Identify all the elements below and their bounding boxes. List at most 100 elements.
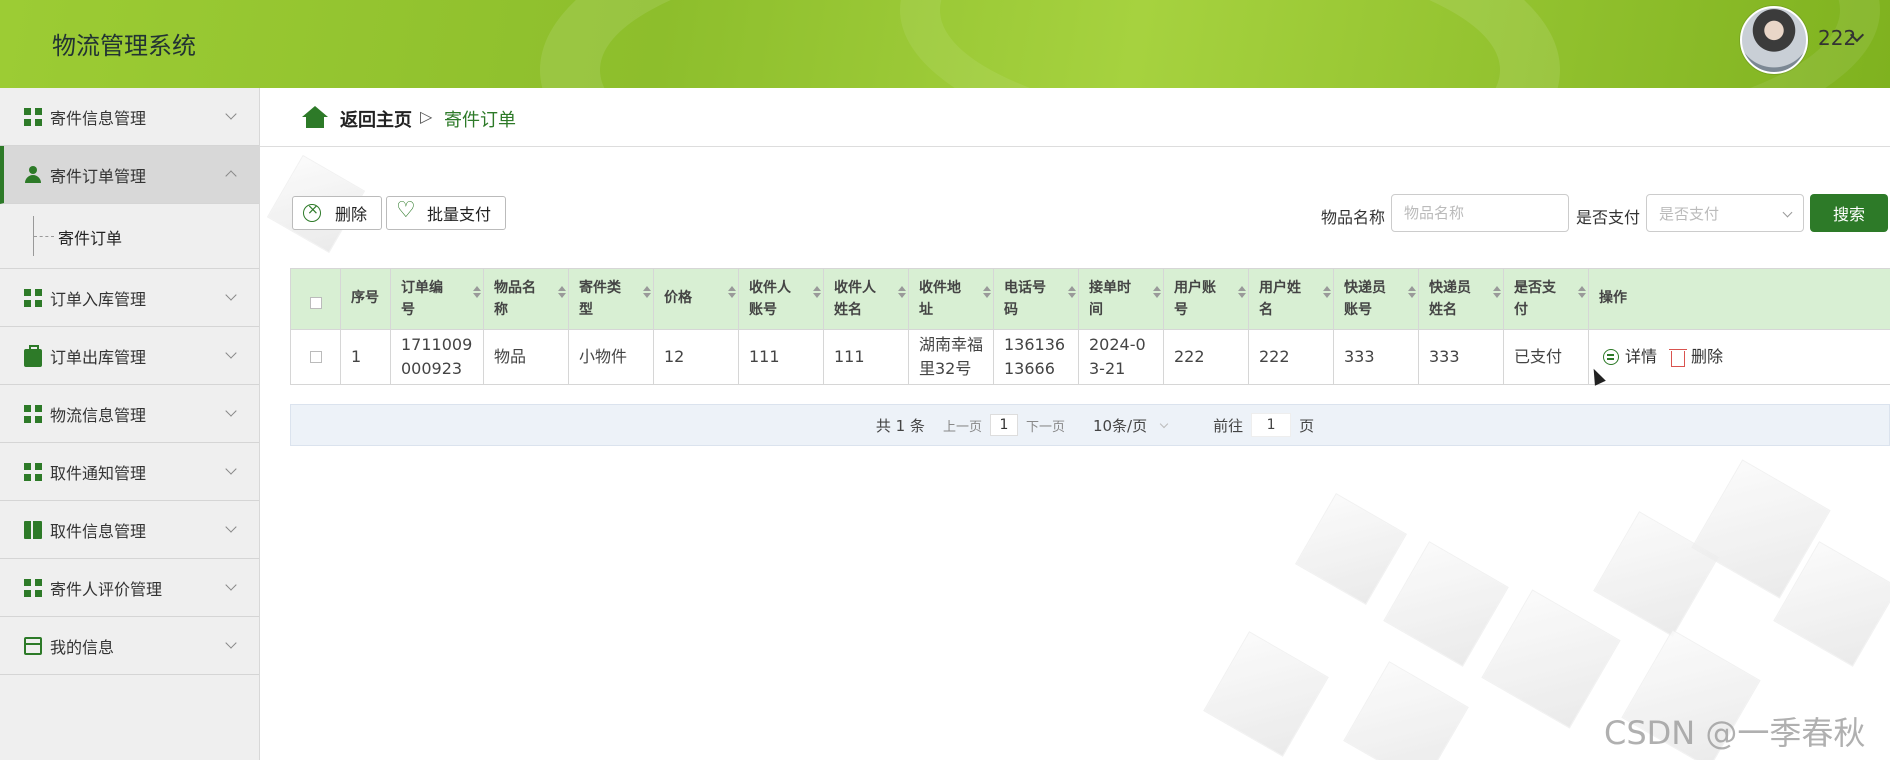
column-header-label: 收件人姓名 [834,280,876,318]
column-header-label: 价格 [664,290,692,306]
column-header[interactable]: 订单编号 [391,269,484,329]
chevron-down-icon [225,108,237,120]
heart-icon [396,198,416,223]
grid-icon [24,107,42,126]
search-button[interactable]: 搜索 [1810,194,1888,232]
column-header-label: 快递员姓名 [1429,280,1471,318]
goto-label: 前往 [1213,416,1244,435]
item-name-search-input[interactable] [1391,194,1569,232]
column-header[interactable]: 寄件类型 [569,269,654,329]
goto-page-input[interactable]: 1 [1251,413,1292,437]
page-size-select[interactable]: 10条/页 [1093,415,1171,436]
column-header-label: 收件人账号 [749,280,791,318]
detail-button[interactable]: 详情 [1603,345,1657,369]
detail-button-label: 详情 [1625,347,1658,366]
column-header[interactable]: 收件人姓名 [824,269,909,329]
batch-pay-button[interactable]: 批量支付 [386,196,506,230]
sidebar-item-label: 物流信息管理 [50,405,147,425]
item-name-filter-label: 物品名称 [1321,208,1386,227]
detail-icon [1603,349,1619,365]
chevron-down-icon [225,463,237,475]
sidebar-item-send-info[interactable]: 寄件信息管理 [0,88,259,146]
grid-icon [24,462,42,481]
chevron-up-icon [225,170,237,182]
sidebar-item-sender-review[interactable]: 寄件人评价管理 [0,559,259,617]
column-header-label: 用户姓名 [1259,280,1301,318]
pagination: 共 1 条 上一页 1 下一页 10条/页 前往 1 页 [290,404,1890,446]
column-header[interactable]: 收件人账号 [739,269,824,329]
column-header-label: 电话号码 [1004,280,1046,318]
user-name[interactable]: 222 [1818,26,1856,50]
cell-send-type: 小物件 [569,330,654,384]
column-header[interactable]: 接单时间 [1079,269,1164,329]
sidebar-item-label: 订单出库管理 [50,347,147,367]
batch-pay-button-label: 批量支付 [427,205,492,224]
home-icon[interactable] [302,106,328,128]
sidebar-subitem-send-order[interactable]: 寄件订单 [0,204,259,269]
sidebar-subitem-label: 寄件订单 [58,229,123,248]
row-checkbox[interactable] [309,351,322,363]
delete-button-label: 删除 [335,205,368,224]
page-suffix: 页 [1299,416,1315,435]
column-header[interactable]: 快递员姓名 [1419,269,1504,329]
column-header-label: 订单编号 [401,280,443,318]
header-decoration [900,0,1880,88]
tree-line [34,236,54,237]
paid-status-select-placeholder: 是否支付 [1659,204,1720,223]
main-content: 返回主页 ▷ 寄件订单 删除 批量支付 物品名称 是否支付 是否支付 搜索 序号… [260,88,1890,760]
table-row[interactable]: 1 1711009000923 物品 小物件 12 111 111 湖南幸福里3… [291,329,1890,384]
column-header-label: 物品名称 [494,280,536,318]
cell-actions: 详情 删除 [1589,330,1887,384]
breadcrumb-home[interactable]: 返回主页 [340,106,412,132]
sidebar-item-pickup-info[interactable]: 取件信息管理 [0,501,259,559]
column-header-label: 快递员账号 [1344,280,1386,318]
cell-order-time: 2024-03-21 [1079,330,1164,384]
select-all-checkbox[interactable] [309,297,322,309]
column-header: 操作 [1599,290,1627,306]
column-header[interactable]: 价格 [654,269,739,329]
column-header-label: 接单时间 [1089,280,1131,318]
column-header[interactable]: 快递员账号 [1334,269,1419,329]
sidebar-item-my-info[interactable]: 我的信息 [0,617,259,675]
page-number-current[interactable]: 1 [989,414,1018,436]
cell-item-name: 物品 [484,330,569,384]
sidebar-item-label: 寄件人评价管理 [50,579,163,599]
sidebar-item-logistics-info[interactable]: 物流信息管理 [0,385,259,443]
sidebar-item-order-inbound[interactable]: 订单入库管理 [0,269,259,327]
briefcase-icon [24,344,42,367]
chevron-down-icon [225,289,237,301]
paid-status-select[interactable]: 是否支付 [1646,194,1804,232]
next-page-button[interactable]: 下一页 [1026,416,1065,435]
avatar[interactable] [1740,6,1808,74]
sidebar-item-label: 寄件信息管理 [50,108,147,128]
prev-page-button[interactable]: 上一页 [943,416,982,435]
sidebar-item-send-orders[interactable]: 寄件订单管理 [0,146,259,204]
grid-icon [24,404,42,423]
cell-courier-name: 333 [1419,330,1504,384]
column-header[interactable]: 用户姓名 [1249,269,1334,329]
column-header[interactable]: 用户账号 [1164,269,1249,329]
cell-order-number: 1711009000923 [391,330,484,384]
watermark: CSDN @一季春秋 [1604,714,1866,752]
grid-icon [24,288,42,307]
column-header[interactable]: 收件地址 [909,269,994,329]
sidebar-item-label: 取件通知管理 [50,463,147,483]
close-circle-icon [303,202,321,222]
background-decoration [1294,492,1408,606]
person-icon [24,165,42,184]
sidebar-item-order-outbound[interactable]: 订单出库管理 [0,327,259,385]
delete-button[interactable]: 删除 [292,196,382,230]
column-header[interactable]: 是否支付 [1504,269,1589,329]
trash-icon [1669,348,1688,367]
app-title: 物流管理系统 [52,32,196,60]
row-delete-button-label: 删除 [1691,347,1724,366]
row-select-cell [291,330,341,384]
row-delete-button[interactable]: 删除 [1669,345,1724,369]
sidebar-item-pickup-notice[interactable]: 取件通知管理 [0,443,259,501]
column-header[interactable]: 电话号码 [994,269,1079,329]
column-header[interactable]: 物品名称 [484,269,569,329]
column-header-label: 收件地址 [919,280,961,318]
cell-paid-status: 已支付 [1504,330,1589,384]
cell-recipient-name: 111 [824,330,909,384]
card-icon [24,636,42,655]
